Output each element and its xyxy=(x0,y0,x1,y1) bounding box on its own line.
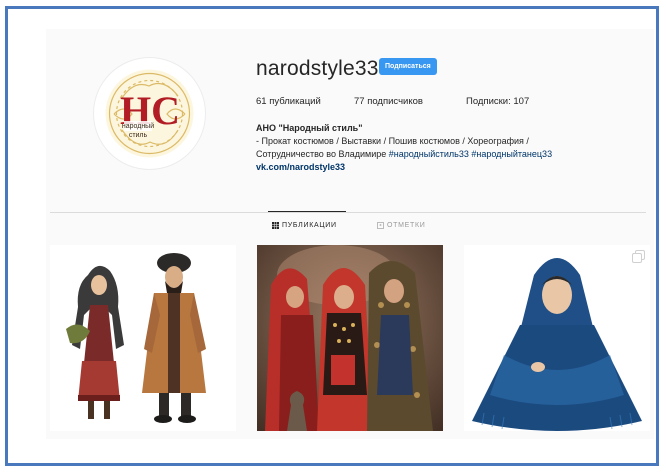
post-thumbnail[interactable] xyxy=(257,245,443,431)
bio-name: АНО "Народный стиль" xyxy=(256,123,363,133)
bio-website-link[interactable]: vk.com/narodstyle33 xyxy=(256,161,636,174)
avatar-sub2: стиль xyxy=(129,132,148,139)
screenshot-frame: НС народный стиль narodstyle33 Подписать… xyxy=(5,6,659,466)
posts-count[interactable]: 61 публикаций xyxy=(256,96,321,107)
followers-count[interactable]: 77 подписчиков xyxy=(354,96,423,107)
following-count[interactable]: Подписки: 107 xyxy=(466,96,529,107)
avatar[interactable]: НС народный стиль xyxy=(94,58,205,169)
profile-username: narodstyle33 xyxy=(256,57,379,80)
follow-button[interactable]: Подписаться xyxy=(379,58,437,75)
tagged-icon xyxy=(377,222,384,229)
post-image-photo xyxy=(257,245,443,431)
bio-line-2-text: Сотрудничество во Владимире xyxy=(256,149,389,159)
tab-tagged[interactable]: ОТМЕТКИ xyxy=(377,222,426,229)
hashtag-link[interactable]: #народныйстиль33 xyxy=(389,149,469,159)
tabs-divider xyxy=(50,212,646,213)
tab-tagged-label: ОТМЕТКИ xyxy=(387,222,426,229)
tab-posts-label: ПУБЛИКАЦИИ xyxy=(282,222,337,229)
hashtag-link[interactable]: #народныйтанец33 xyxy=(471,149,552,159)
multiple-photos-icon xyxy=(632,250,645,263)
avatar-logo: НС народный стиль xyxy=(105,69,194,158)
tab-posts[interactable]: ПУБЛИКАЦИИ xyxy=(272,222,337,229)
grid-icon xyxy=(272,222,279,229)
active-tab-indicator xyxy=(268,211,346,212)
post-image-couple xyxy=(50,245,236,431)
avatar-sub1: народный xyxy=(122,122,154,130)
post-thumbnail[interactable] xyxy=(50,245,236,431)
instagram-profile: НС народный стиль narodstyle33 Подписать… xyxy=(46,29,654,439)
bio-line-1: - Прокат костюмов / Выставки / Пошив кос… xyxy=(256,136,529,146)
bio-line-2: Сотрудничество во Владимире #народныйсти… xyxy=(256,148,636,161)
profile-bio: АНО "Народный стиль" - Прокат костюмов /… xyxy=(256,122,636,174)
post-thumbnail[interactable] xyxy=(464,245,650,431)
post-image-woman-blue-shawl xyxy=(464,245,650,431)
